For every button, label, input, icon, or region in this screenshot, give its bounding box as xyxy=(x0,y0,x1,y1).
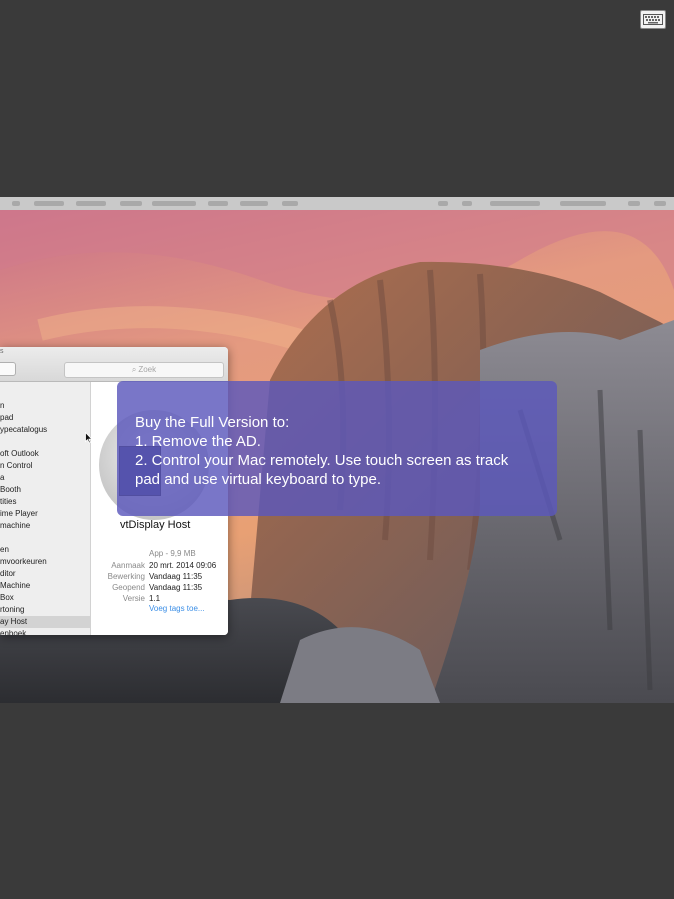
info-row-created: Aanmaak 20 mrt. 2014 09:06 xyxy=(91,560,228,571)
sidebar-item[interactable]: Machine xyxy=(0,580,90,592)
sidebar-item[interactable]: rtoning xyxy=(0,604,90,616)
finder-toolbar: s ⌕ Zoek xyxy=(0,347,228,382)
sidebar-item[interactable]: ypecatalogus xyxy=(0,424,90,436)
sidebar-item[interactable]: ditor xyxy=(0,568,90,580)
info-value: Vandaag 11:35 xyxy=(149,583,203,592)
sidebar-item[interactable]: a xyxy=(0,472,90,484)
sidebar-item[interactable]: machine xyxy=(0,520,90,532)
info-label: Aanmaak xyxy=(111,561,145,570)
app-root: s ⌕ Zoek n pad ypecatalogus oft Outlook n… xyxy=(0,0,674,899)
app-name: vtDisplay Host xyxy=(120,519,191,531)
keyboard-button[interactable] xyxy=(640,10,666,29)
search-icon: ⌕ xyxy=(131,365,137,374)
finder-title: s xyxy=(0,348,4,355)
keyboard-icon xyxy=(643,14,663,25)
info-value: Vandaag 11:35 xyxy=(149,572,203,581)
add-tags-link[interactable]: Voeg tags toe... xyxy=(149,604,205,613)
finder-sidebar: n pad ypecatalogus oft Outlook n Control… xyxy=(0,382,91,635)
sidebar-item[interactable]: tities xyxy=(0,496,90,508)
sidebar-item[interactable]: pad xyxy=(0,412,90,424)
sidebar-item-selected[interactable]: ay Host xyxy=(0,616,90,628)
info-value: 1.1 xyxy=(149,594,161,603)
search-placeholder: Zoek xyxy=(138,365,157,374)
sidebar-item[interactable]: ime Player xyxy=(0,508,90,520)
app-kind: App - 9,9 MB xyxy=(149,549,196,558)
sidebar-item[interactable]: oft Outlook xyxy=(0,448,90,460)
ad-line: pad and use virtual keyboard to type. xyxy=(135,471,381,488)
info-row-modified: Bewerking Vandaag 11:35 xyxy=(91,571,228,582)
sidebar-item[interactable]: n xyxy=(0,400,90,412)
info-row-version: Versie 1.1 xyxy=(91,593,228,604)
info-value: 20 mrt. 2014 09:06 xyxy=(149,561,217,570)
mouse-pointer-icon xyxy=(85,432,93,444)
sidebar-item[interactable]: mvoorkeuren xyxy=(0,556,90,568)
sidebar-item[interactable]: n Control xyxy=(0,460,90,472)
upgrade-ad-banner[interactable]: Buy the Full Version to: 1. Remove the A… xyxy=(117,381,557,516)
sidebar-item[interactable]: Box xyxy=(0,592,90,604)
info-label: Bewerking xyxy=(107,572,145,581)
sidebar-item[interactable]: Booth xyxy=(0,484,90,496)
info-label: Geopend xyxy=(112,583,145,592)
sidebar-item[interactable]: en xyxy=(0,544,90,556)
info-row-opened: Geopend Vandaag 11:35 xyxy=(91,582,228,593)
search-input[interactable]: ⌕ Zoek xyxy=(64,362,224,378)
ad-line: 1. Remove the AD. xyxy=(135,433,261,450)
ad-line: 2. Control your Mac remotely. Use touch … xyxy=(135,452,509,469)
info-label: Versie xyxy=(122,594,145,603)
view-toggle-button[interactable] xyxy=(0,362,16,376)
sidebar-item[interactable]: enboek xyxy=(0,628,90,635)
ad-line: Buy the Full Version to: xyxy=(135,414,290,431)
menu-bar xyxy=(0,197,674,211)
